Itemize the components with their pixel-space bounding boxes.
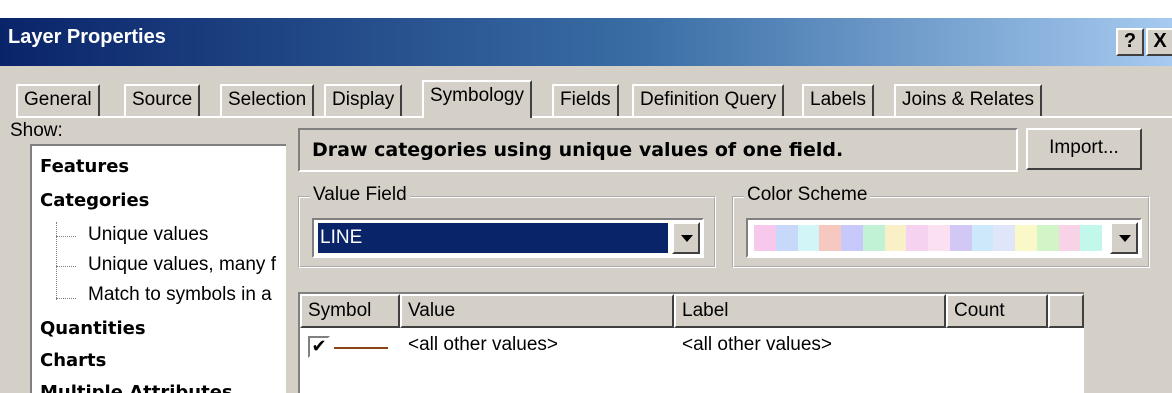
color-swatch [1058, 225, 1081, 251]
color-scheme-group: Color Scheme [732, 184, 1150, 268]
top-margin [0, 0, 1172, 18]
close-button[interactable]: X [1146, 28, 1172, 56]
tab-label: Joins & Relates [902, 89, 1035, 110]
color-swatch [1015, 225, 1037, 251]
tab-label: Source [132, 89, 193, 110]
color-swatch [775, 225, 798, 251]
window-title: Layer Properties [8, 26, 166, 48]
tree-item-features[interactable]: Features [40, 156, 129, 177]
tab-definition-query[interactable]: Definition Query [632, 84, 785, 116]
tab-fields[interactable]: Fields [552, 84, 619, 116]
help-button[interactable]: ? [1116, 28, 1144, 56]
color-swatch [906, 225, 928, 251]
color-swatch [928, 225, 950, 251]
tree-item-unique-values[interactable]: Unique values [88, 224, 208, 246]
import-button[interactable]: Import... [1026, 128, 1142, 170]
tab-label: Labels [810, 89, 866, 110]
color-swatch [841, 225, 863, 251]
tab-joins-relates[interactable]: Joins & Relates [894, 84, 1043, 116]
column-header-count[interactable]: Count [946, 294, 1048, 328]
tab-label: Display [332, 89, 395, 110]
tab-label: Symbology [430, 85, 524, 106]
tree-item-charts[interactable]: Charts [40, 350, 106, 371]
tree-connector [56, 298, 76, 299]
layer-properties-dialog: Layer Properties ? X General Source Sele… [0, 0, 1172, 393]
tab-label: General [24, 89, 92, 110]
tree-connector [56, 222, 57, 300]
color-ramp [754, 225, 1102, 251]
value-field-dropdown[interactable]: LINE [312, 218, 704, 258]
tree-item-multiple-attributes[interactable]: Multiple Attributes [40, 382, 233, 393]
tree-item-match-to-symbols[interactable]: Match to symbols in a [88, 284, 272, 306]
value-field-label: Value Field [310, 184, 410, 206]
help-icon: ? [1123, 30, 1137, 52]
column-header-symbol[interactable]: Symbol [300, 294, 400, 328]
tab-symbology[interactable]: Symbology [422, 80, 532, 118]
color-scheme-label: Color Scheme [744, 184, 871, 206]
show-tree[interactable]: Features Categories Unique values Unique… [30, 144, 286, 393]
tree-item-quantities[interactable]: Quantities [40, 318, 146, 339]
color-swatch [971, 225, 994, 251]
tree-item-unique-values-many[interactable]: Unique values, many f [88, 254, 276, 276]
column-header-value[interactable]: Value [400, 294, 674, 328]
row-visibility-checkbox[interactable]: ✔ [308, 336, 330, 358]
tree-connector [56, 266, 76, 267]
color-swatch [862, 225, 885, 251]
tree-item-categories[interactable]: Categories [40, 190, 149, 211]
chevron-down-icon[interactable] [1110, 222, 1138, 254]
close-icon: X [1153, 30, 1167, 52]
color-swatch [949, 225, 972, 251]
color-swatch [1036, 225, 1059, 251]
description-box: Draw categories using unique values of o… [298, 128, 1018, 172]
chevron-down-icon[interactable] [672, 222, 700, 254]
column-header-label[interactable]: Label [674, 294, 946, 328]
row-label[interactable]: <all other values> [682, 334, 832, 356]
show-label: Show: [10, 120, 63, 141]
tab-source[interactable]: Source [124, 84, 201, 116]
tab-labels[interactable]: Labels [802, 84, 874, 116]
tab-general[interactable]: General [16, 84, 100, 116]
tab-label: Selection [228, 89, 307, 110]
value-field-group: Value Field LINE [298, 184, 716, 268]
tab-label: Definition Query [640, 89, 777, 110]
tree-connector [56, 236, 76, 237]
color-scheme-dropdown[interactable] [746, 218, 1142, 258]
color-swatch [884, 225, 907, 251]
color-swatch [797, 225, 820, 251]
line-symbol-icon[interactable] [334, 347, 388, 349]
symbol-table[interactable]: Symbol Value Label Count ✔ <all other va… [298, 292, 1084, 393]
row-value: <all other values> [408, 334, 558, 355]
title-bar[interactable]: Layer Properties ? X [0, 18, 1172, 66]
tab-display[interactable]: Display [324, 84, 403, 116]
color-swatch [993, 225, 1015, 251]
value-field-value: LINE [317, 222, 669, 254]
color-swatch [819, 225, 841, 251]
column-header-blank [1048, 294, 1084, 328]
color-swatch [754, 225, 776, 251]
tab-label: Fields [560, 89, 611, 110]
tab-selection[interactable]: Selection [220, 84, 315, 116]
color-swatch [1080, 225, 1102, 251]
tab-panel-border [16, 116, 1172, 118]
